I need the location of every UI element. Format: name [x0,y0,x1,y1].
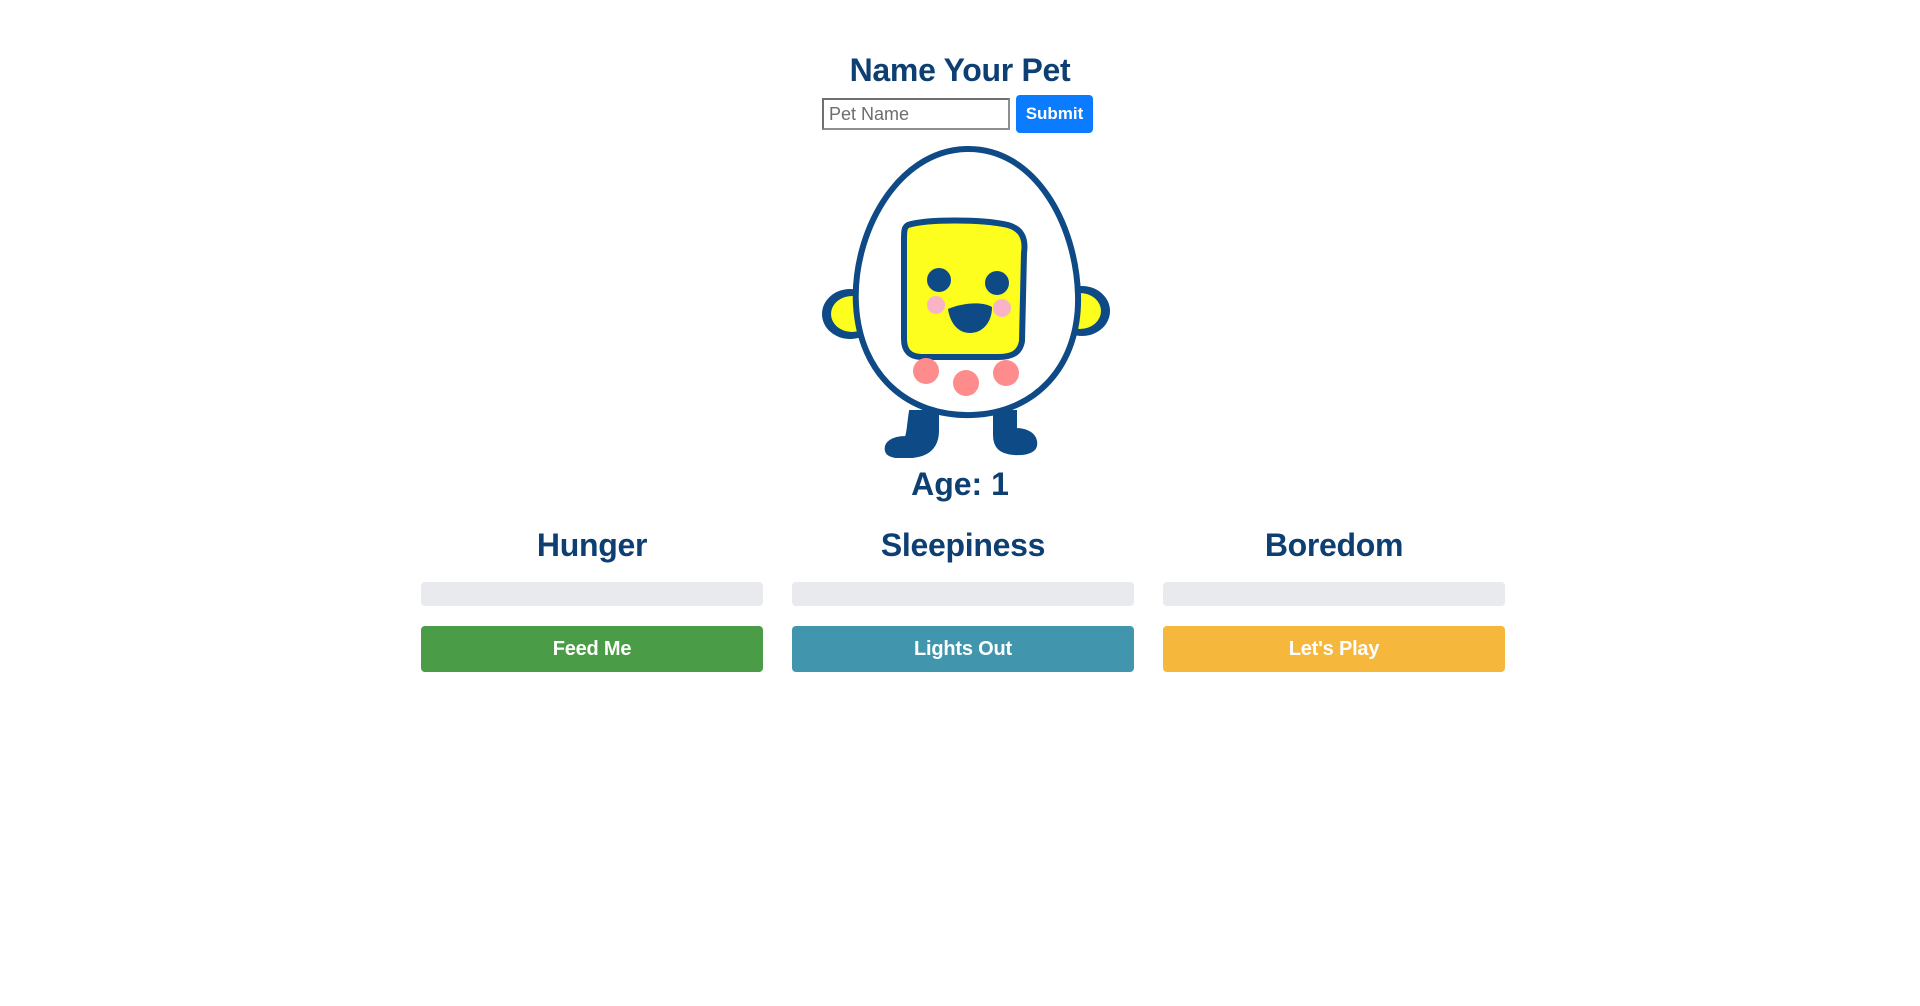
pet-character-image [822,145,1110,458]
name-section: Name Your Pet [0,48,1920,92]
pet-name-input[interactable] [822,98,1010,130]
stat-hunger: Hunger Feed Me [421,522,763,672]
pet-belly-spot [993,360,1019,386]
sleepiness-progress-bar [792,582,1134,606]
pet-left-cheek [927,296,945,314]
hunger-progress-bar [421,582,763,606]
pet-belly-spot [913,358,939,384]
feed-me-button[interactable]: Feed Me [421,626,763,672]
pet-age: Age: 1 [911,466,1009,502]
stat-boredom: Boredom Let's Play [1163,522,1505,672]
lights-out-button[interactable]: Lights Out [792,626,1134,672]
boredom-progress-bar [1163,582,1505,606]
page-title: Name Your Pet [849,52,1071,88]
pet-right-cheek [993,299,1011,317]
pet-left-foot [884,410,939,458]
pet-belly-spot [953,370,979,396]
stats-panel: Hunger Feed Me Sleepiness Lights Out Bor… [421,522,1505,672]
pet-left-eye [927,268,951,292]
pet-right-foot [993,410,1038,456]
page: Name Your Pet Submit Age: 1 Hunger [0,0,1920,1006]
stat-sleepiness-label: Sleepiness [880,527,1046,563]
pet-right-eye [985,271,1009,295]
stat-hunger-label: Hunger [536,527,648,563]
lets-play-button[interactable]: Let's Play [1163,626,1505,672]
stat-boredom-label: Boredom [1264,527,1404,563]
stat-sleepiness: Sleepiness Lights Out [792,522,1134,672]
submit-button[interactable]: Submit [1016,95,1093,133]
name-form: Submit [822,95,1093,133]
